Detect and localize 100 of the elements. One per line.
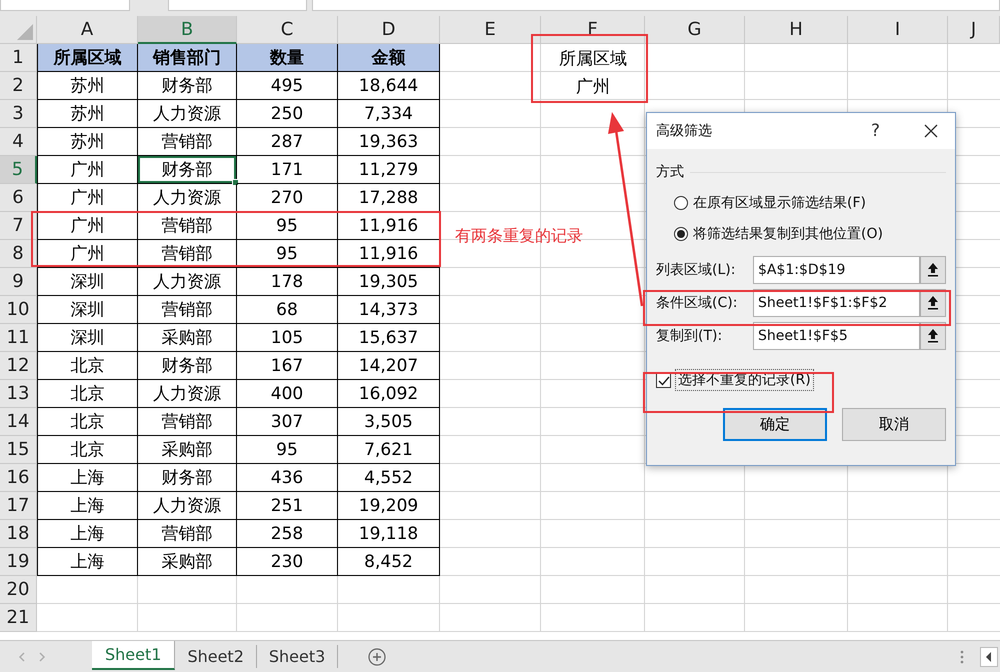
table-cell[interactable]: 苏州 bbox=[37, 100, 138, 128]
table-cell[interactable]: 14,207 bbox=[338, 352, 440, 380]
column-heading-cell[interactable]: 所属区域 bbox=[37, 44, 138, 72]
table-cell[interactable]: 深圳 bbox=[37, 324, 138, 352]
input-field[interactable]: $A$1:$D$19 bbox=[753, 256, 920, 284]
column-header[interactable]: B bbox=[138, 16, 237, 44]
table-cell[interactable]: 19,305 bbox=[338, 268, 440, 296]
input-field[interactable]: Sheet1!$F$1:$F$2 bbox=[753, 288, 920, 316]
table-cell[interactable]: 苏州 bbox=[37, 128, 138, 156]
close-icon[interactable] bbox=[924, 124, 938, 138]
table-cell[interactable]: 95 bbox=[237, 240, 338, 268]
column-heading-cell[interactable]: 金额 bbox=[338, 44, 440, 72]
table-cell[interactable]: 上海 bbox=[37, 492, 138, 520]
row-header[interactable]: 8 bbox=[0, 240, 37, 268]
row-header[interactable]: 19 bbox=[0, 548, 37, 576]
ok-button[interactable]: 确定 bbox=[723, 408, 827, 441]
table-cell[interactable]: 19,118 bbox=[338, 520, 440, 548]
radio-label[interactable]: 在原有区域显示筛选结果(F) bbox=[693, 194, 866, 212]
table-cell[interactable]: 深圳 bbox=[37, 268, 138, 296]
table-cell[interactable]: 16,092 bbox=[338, 380, 440, 408]
table-cell[interactable]: 采购部 bbox=[138, 548, 237, 576]
table-cell[interactable]: 11,916 bbox=[338, 212, 440, 240]
table-cell[interactable]: 495 bbox=[237, 72, 338, 100]
table-cell[interactable]: 上海 bbox=[37, 520, 138, 548]
row-header[interactable]: 9 bbox=[0, 268, 37, 296]
table-cell[interactable]: 营销部 bbox=[138, 520, 237, 548]
table-cell[interactable]: 人力资源 bbox=[138, 492, 237, 520]
table-cell[interactable]: 11,279 bbox=[338, 156, 440, 184]
table-cell[interactable]: 4,552 bbox=[338, 464, 440, 492]
row-header[interactable]: 3 bbox=[0, 100, 37, 128]
row-header[interactable]: 20 bbox=[0, 576, 37, 604]
table-cell[interactable]: 财务部 bbox=[138, 464, 237, 492]
table-cell[interactable]: 7,621 bbox=[338, 436, 440, 464]
formula-field[interactable] bbox=[312, 0, 1000, 11]
row-header[interactable]: 5 bbox=[0, 156, 37, 184]
table-cell[interactable]: 财务部 bbox=[138, 352, 237, 380]
range-picker-button[interactable] bbox=[920, 256, 946, 284]
table-cell[interactable]: 15,637 bbox=[338, 324, 440, 352]
table-cell[interactable]: 270 bbox=[237, 184, 338, 212]
table-cell[interactable]: 广州 bbox=[541, 72, 645, 100]
column-header[interactable]: G bbox=[645, 16, 745, 44]
table-cell[interactable]: 258 bbox=[237, 520, 338, 548]
table-cell[interactable]: 230 bbox=[237, 548, 338, 576]
help-button[interactable]: ? bbox=[870, 121, 880, 141]
table-cell[interactable]: 营销部 bbox=[138, 296, 237, 324]
range-picker-button[interactable] bbox=[920, 322, 946, 350]
table-cell[interactable]: 14,373 bbox=[338, 296, 440, 324]
table-cell[interactable]: 采购部 bbox=[138, 324, 237, 352]
table-cell[interactable]: 人力资源 bbox=[138, 184, 237, 212]
row-header[interactable]: 15 bbox=[0, 436, 37, 464]
table-cell[interactable]: 人力资源 bbox=[138, 380, 237, 408]
table-cell[interactable]: 营销部 bbox=[138, 240, 237, 268]
sheet-tab[interactable]: Sheet1 bbox=[92, 641, 176, 670]
table-cell[interactable]: 307 bbox=[237, 408, 338, 436]
radio-label[interactable]: 将筛选结果复制到其他位置(O) bbox=[693, 224, 883, 242]
table-cell[interactable]: 7,334 bbox=[338, 100, 440, 128]
column-header[interactable]: I bbox=[848, 16, 948, 44]
table-cell[interactable]: 广州 bbox=[37, 240, 138, 268]
table-cell[interactable]: 上海 bbox=[37, 548, 138, 576]
column-heading-cell[interactable]: 数量 bbox=[237, 44, 338, 72]
table-cell[interactable]: 11,916 bbox=[338, 240, 440, 268]
column-header[interactable]: J bbox=[948, 16, 1000, 44]
cancel-button[interactable]: 取消 bbox=[842, 408, 946, 441]
table-cell[interactable]: 171 bbox=[237, 156, 338, 184]
table-cell[interactable]: 人力资源 bbox=[138, 100, 237, 128]
more-icon[interactable] bbox=[960, 650, 964, 664]
row-header[interactable]: 4 bbox=[0, 128, 37, 156]
column-header[interactable]: H bbox=[745, 16, 848, 44]
table-cell[interactable]: 19,363 bbox=[338, 128, 440, 156]
row-header[interactable]: 21 bbox=[0, 604, 37, 632]
row-header[interactable]: 11 bbox=[0, 324, 37, 352]
table-cell[interactable]: 250 bbox=[237, 100, 338, 128]
row-header[interactable]: 16 bbox=[0, 464, 37, 492]
row-header[interactable]: 14 bbox=[0, 408, 37, 436]
table-cell[interactable]: 68 bbox=[237, 296, 338, 324]
row-header[interactable]: 2 bbox=[0, 72, 37, 100]
table-cell[interactable]: 营销部 bbox=[138, 212, 237, 240]
table-cell[interactable]: 18,644 bbox=[338, 72, 440, 100]
row-header[interactable]: 17 bbox=[0, 492, 37, 520]
row-header[interactable]: 7 bbox=[0, 212, 37, 240]
table-cell[interactable]: 营销部 bbox=[138, 408, 237, 436]
table-cell[interactable]: 251 bbox=[237, 492, 338, 520]
input-field[interactable]: Sheet1!$F$5 bbox=[753, 322, 920, 350]
table-cell[interactable]: 17,288 bbox=[338, 184, 440, 212]
radio-button[interactable] bbox=[674, 196, 688, 210]
table-cell[interactable]: 北京 bbox=[37, 352, 138, 380]
sheet-tab[interactable]: Sheet2 bbox=[175, 645, 257, 668]
range-picker-button[interactable] bbox=[920, 288, 946, 316]
column-header[interactable]: C bbox=[237, 16, 338, 44]
table-cell[interactable]: 财务部 bbox=[138, 72, 237, 100]
table-cell[interactable]: 北京 bbox=[37, 436, 138, 464]
table-cell[interactable]: 上海 bbox=[37, 464, 138, 492]
table-cell[interactable]: 广州 bbox=[37, 212, 138, 240]
column-header[interactable]: E bbox=[440, 16, 541, 44]
sheet-tab[interactable]: Sheet3 bbox=[256, 645, 338, 668]
scroll-left-icon[interactable] bbox=[980, 646, 998, 666]
table-cell[interactable]: 所属区域 bbox=[541, 44, 645, 72]
radio-button[interactable] bbox=[674, 226, 688, 240]
table-cell[interactable]: 400 bbox=[237, 380, 338, 408]
add-sheet-icon[interactable] bbox=[368, 648, 386, 666]
